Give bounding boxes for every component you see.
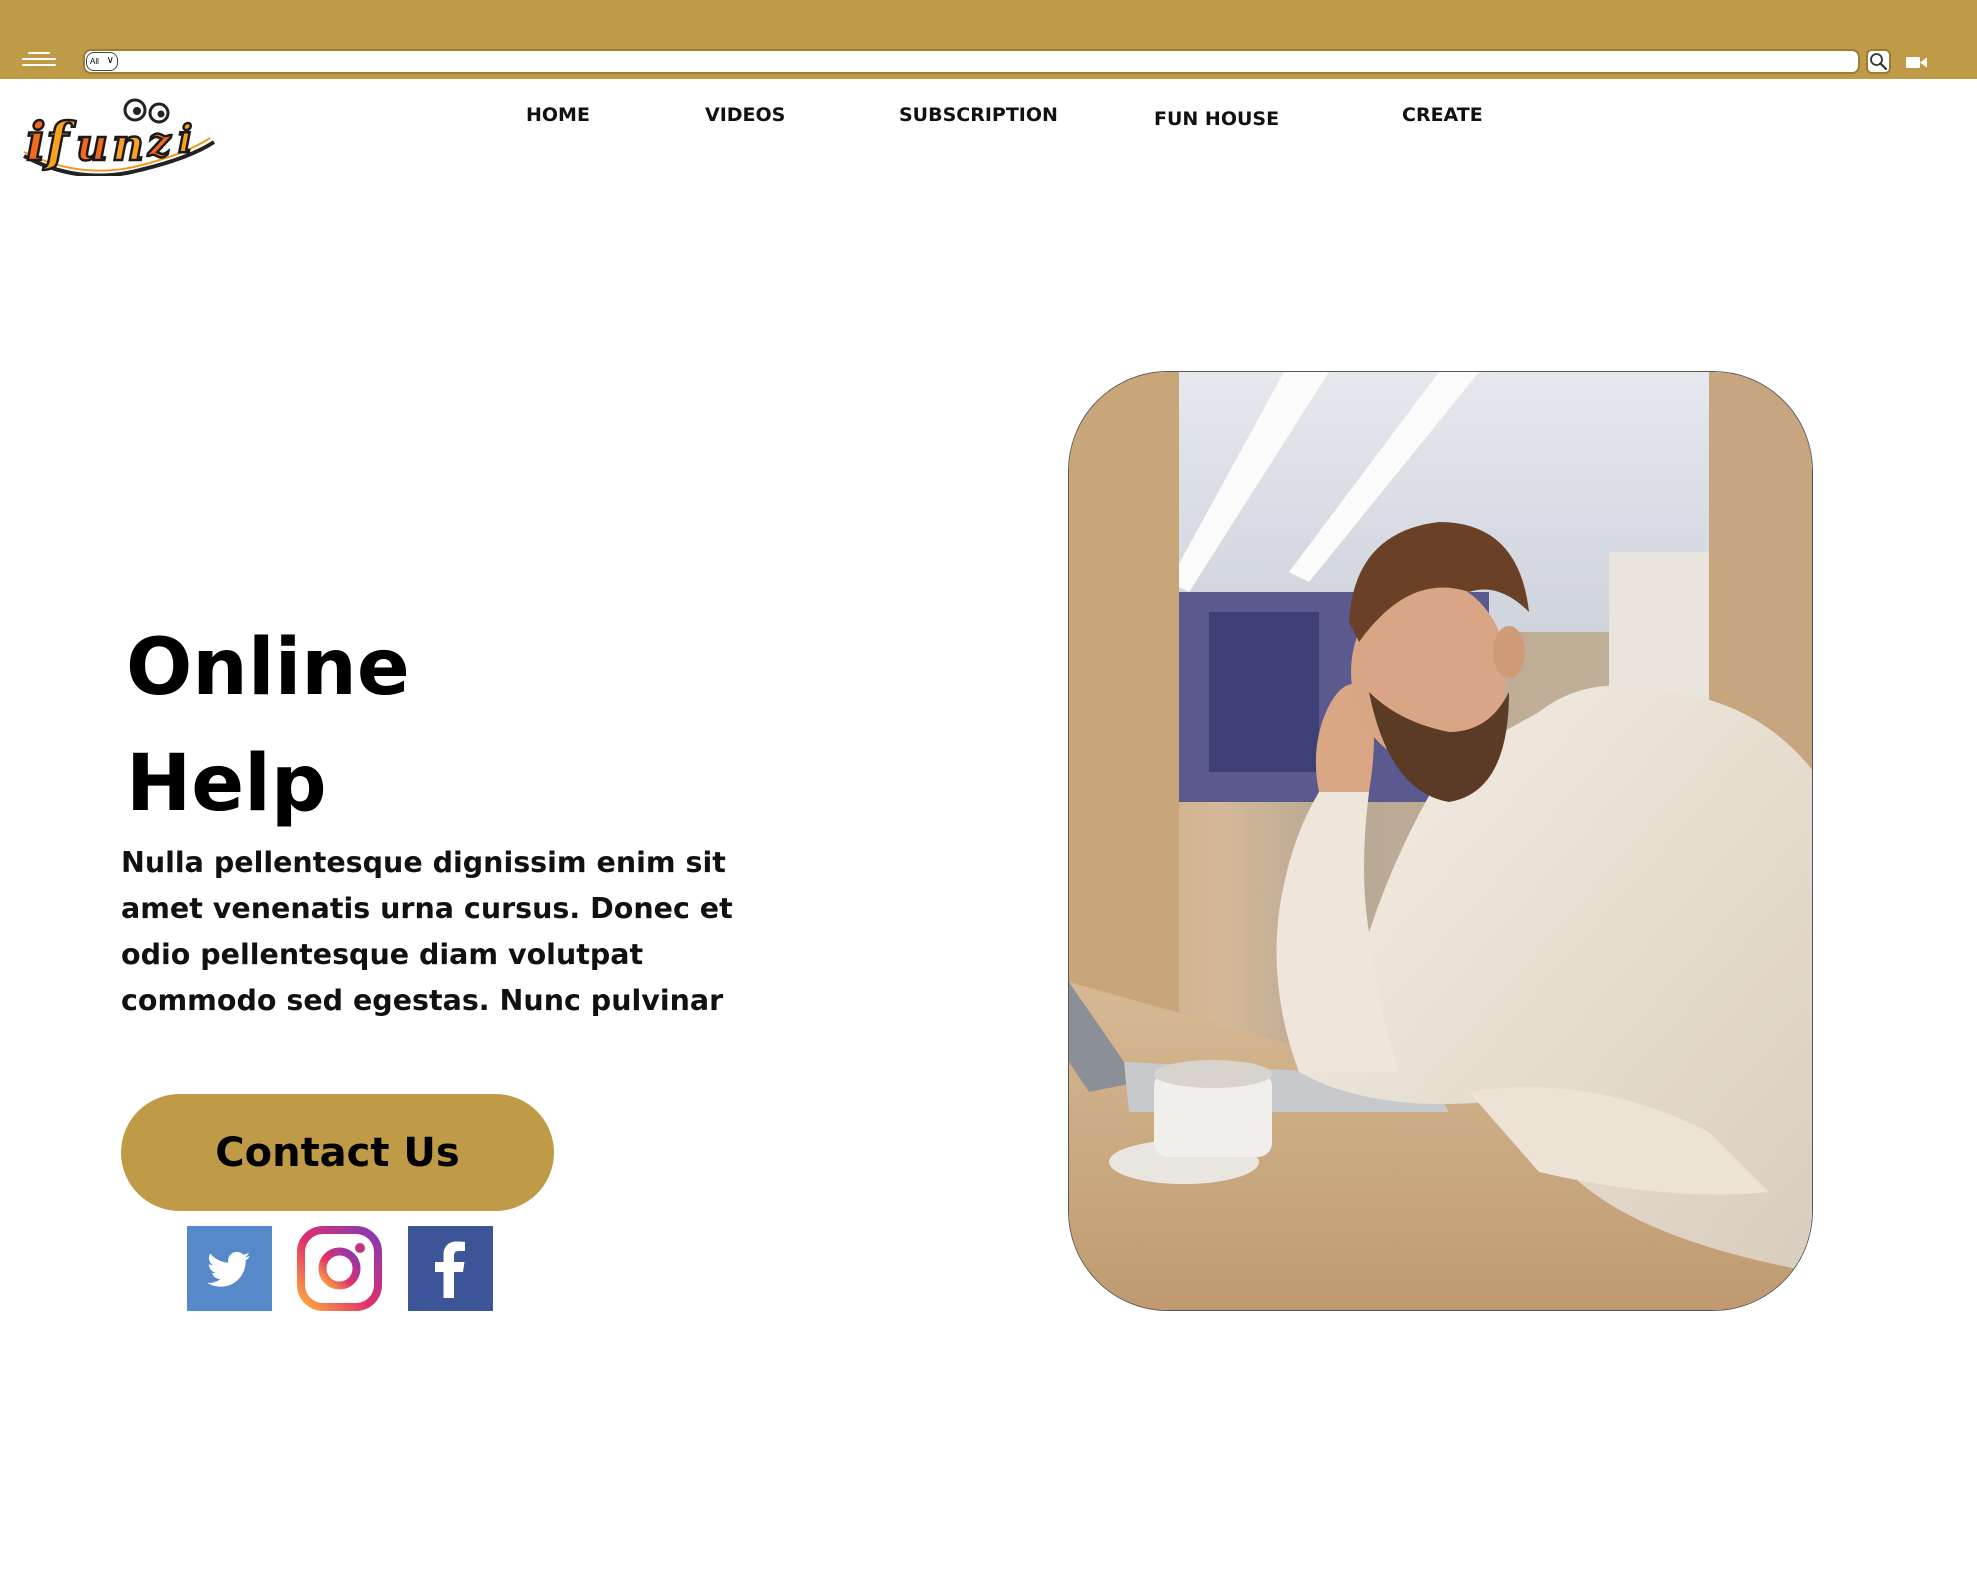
menu-icon[interactable]: [22, 52, 56, 68]
page-title-line-1: Online: [126, 623, 410, 713]
search-button[interactable]: [1866, 49, 1891, 74]
instagram-link[interactable]: [297, 1226, 382, 1311]
svg-text:u: u: [76, 120, 108, 171]
svg-text:i: i: [26, 112, 46, 173]
svg-text:n: n: [112, 120, 144, 171]
facebook-icon: [408, 1226, 493, 1311]
contact-us-button[interactable]: Contact Us: [121, 1094, 554, 1211]
nav-subscription[interactable]: SUBSCRIPTION: [899, 104, 1058, 126]
ifunzi-logo[interactable]: i f u n z i: [20, 94, 216, 176]
nav-fun-house[interactable]: FUN HOUSE: [1154, 108, 1279, 130]
nav-create[interactable]: CREATE: [1402, 104, 1483, 126]
video-camera-icon[interactable]: [1906, 56, 1928, 69]
nav-videos[interactable]: VIDEOS: [705, 104, 785, 126]
instagram-icon: [297, 1226, 382, 1311]
svg-text:z: z: [147, 119, 172, 166]
hero-photo: [1068, 371, 1813, 1311]
chevron-down-icon: ∨: [106, 55, 114, 66]
hero-description: Nulla pellentesque dignissim enim sit am…: [121, 846, 733, 1017]
search-input[interactable]: [123, 52, 1853, 71]
search-scope-label: All: [90, 57, 99, 66]
nav-home[interactable]: HOME: [526, 104, 590, 126]
svg-text:i: i: [178, 116, 192, 161]
facebook-link[interactable]: [408, 1226, 493, 1311]
search-icon: [1870, 53, 1888, 71]
search-scope-select[interactable]: All ∨: [86, 52, 118, 71]
top-bar: All ∨: [0, 0, 1977, 79]
twitter-icon: [187, 1226, 272, 1311]
search-bar: All ∨: [83, 49, 1860, 74]
page-title-line-2: Help: [126, 739, 327, 829]
page-title: Online Help: [126, 610, 410, 842]
svg-text:f: f: [42, 112, 76, 173]
twitter-link[interactable]: [187, 1226, 272, 1311]
